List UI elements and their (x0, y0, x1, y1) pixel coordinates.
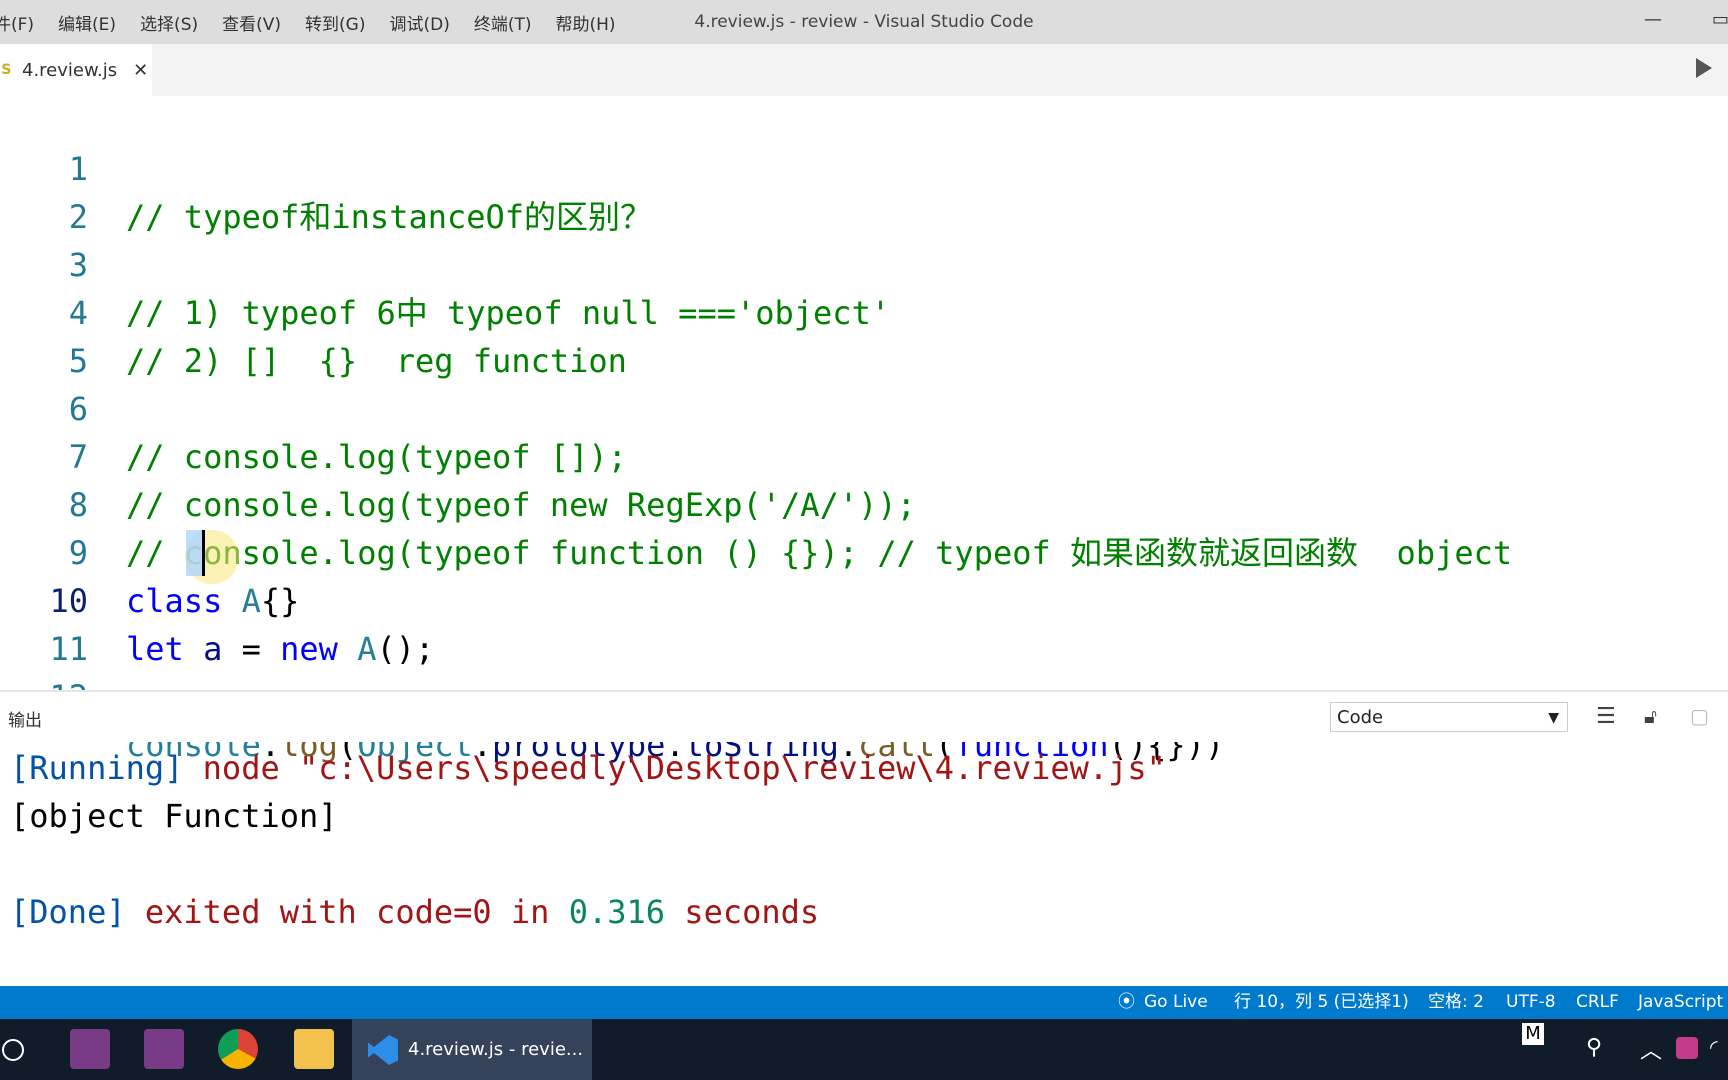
tray-app-icon[interactable] (1676, 1037, 1698, 1059)
select-value: Code (1337, 707, 1384, 728)
output-channel-select[interactable]: Code ▼ (1330, 702, 1568, 732)
tab-bar: JS 4.review.js ✕ (0, 44, 1728, 96)
tab-editor-file[interactable]: JS 4.review.js ✕ (0, 44, 152, 96)
status-bar: ⦿ Go Live 行 10，列 5 (已选择1) 空格: 2 UTF-8 CR… (0, 986, 1728, 1019)
code-line: 4 // 2) [] {} reg function (0, 241, 1728, 380)
chevron-down-icon: ▼ (1548, 710, 1559, 726)
broadcast-icon: ⦿ (1118, 992, 1135, 1012)
code-line: 9 class A{} (0, 481, 1728, 620)
elapsed-seconds: 0.316 (568, 893, 666, 931)
class-name: A (241, 582, 261, 620)
code-text: // console.log(typeof function () {}); /… (126, 534, 1513, 572)
eol-setting[interactable]: CRLF (1576, 986, 1619, 1019)
chrome-icon[interactable] (218, 1029, 258, 1069)
search-icon[interactable] (2, 1039, 24, 1061)
language-mode[interactable]: JavaScript (1638, 986, 1723, 1019)
code-line: 1 // typeof和instanceOf的区别？ (0, 97, 1728, 236)
code-line: 6 // console.log(typeof []); (0, 337, 1728, 476)
line-number: 9 (68, 534, 88, 572)
running-tag: [Running] (10, 749, 184, 787)
video-app-icon[interactable] (144, 1029, 184, 1069)
output-line: [Done] exited with code=0 in 0.316 secon… (10, 888, 819, 936)
maximize-icon[interactable]: ▭ (1712, 0, 1728, 44)
code-line: 2 (0, 145, 1728, 236)
close-icon[interactable]: ✕ (133, 60, 148, 81)
done-tag: [Done] (10, 893, 126, 931)
code-line: 8 // console.log(typeof function () {});… (0, 433, 1728, 572)
indentation-setting[interactable]: 空格: 2 (1428, 986, 1484, 1019)
punctuation: {} (260, 582, 300, 620)
people-icon[interactable]: ⚲ (1586, 1035, 1602, 1060)
minimize-icon[interactable]: — (1644, 0, 1662, 44)
exit-code: code=0 (376, 893, 492, 931)
code-editor[interactable]: 1 // typeof和instanceOf的区别？ 2 3 // 1) typ… (0, 97, 1728, 689)
output-panel-header: 输出 Code ▼ ☰ 🔓︎ ▢ (0, 692, 1728, 742)
maximize-panel-icon[interactable]: ▢ (1690, 704, 1709, 728)
run-code-icon[interactable] (1696, 58, 1712, 78)
go-live-button[interactable]: Go Live (1144, 986, 1208, 1019)
wifi-icon[interactable]: ◜ (1710, 1035, 1718, 1059)
output-console: [Running] node "c:\Users\speedly\Desktop… (0, 744, 1728, 984)
video-app-icon[interactable] (70, 1029, 110, 1069)
window-title: 4.review.js - review - Visual Studio Cod… (694, 12, 1034, 32)
code-line: 5 (0, 289, 1728, 380)
seconds-text: seconds (665, 893, 820, 931)
code-line: 7 // console.log(typeof new RegExp('/A/'… (0, 385, 1728, 524)
menu-bar: 件(F) 编辑(E) 选择(S) 查看(V) 转到(G) 调试(D) 终端(T)… (0, 0, 1728, 44)
exit-text: exited with (125, 893, 377, 931)
encoding-setting[interactable]: UTF-8 (1506, 986, 1556, 1019)
taskbar-window-label: 4.review.js - revie... (408, 1039, 584, 1060)
js-file-icon: JS (0, 62, 12, 78)
run-result: [object Function] (10, 797, 338, 835)
cursor-position[interactable]: 行 10，列 5 (已选择1) (1234, 986, 1409, 1019)
clear-output-icon[interactable]: ☰ (1596, 704, 1616, 729)
run-command: node "c:\Users\speedly\Desktop\review\4.… (183, 749, 1166, 787)
lock-icon[interactable]: 🔓︎ (1644, 704, 1657, 728)
output-line: [Running] node "c:\Users\speedly\Desktop… (10, 744, 1166, 792)
chevron-up-icon[interactable]: ︿ (1640, 1033, 1662, 1065)
file-explorer-icon[interactable] (294, 1029, 334, 1069)
keyword-class: class (126, 582, 223, 620)
panel-title-output[interactable]: 输出 (8, 706, 42, 731)
output-line: [object Function] (10, 792, 338, 840)
text-caret (202, 530, 205, 576)
code-line: 3 // 1) typeof 6中 typeof null ==='object… (0, 193, 1728, 332)
windows-taskbar: 4.review.js - revie... M ⚲ ︿ ◜ (0, 1019, 1728, 1080)
in-text: in (491, 893, 569, 931)
tab-label: 4.review.js (22, 59, 118, 81)
code-text: class A{} (126, 577, 299, 625)
ime-icon[interactable]: M (1522, 1023, 1544, 1045)
